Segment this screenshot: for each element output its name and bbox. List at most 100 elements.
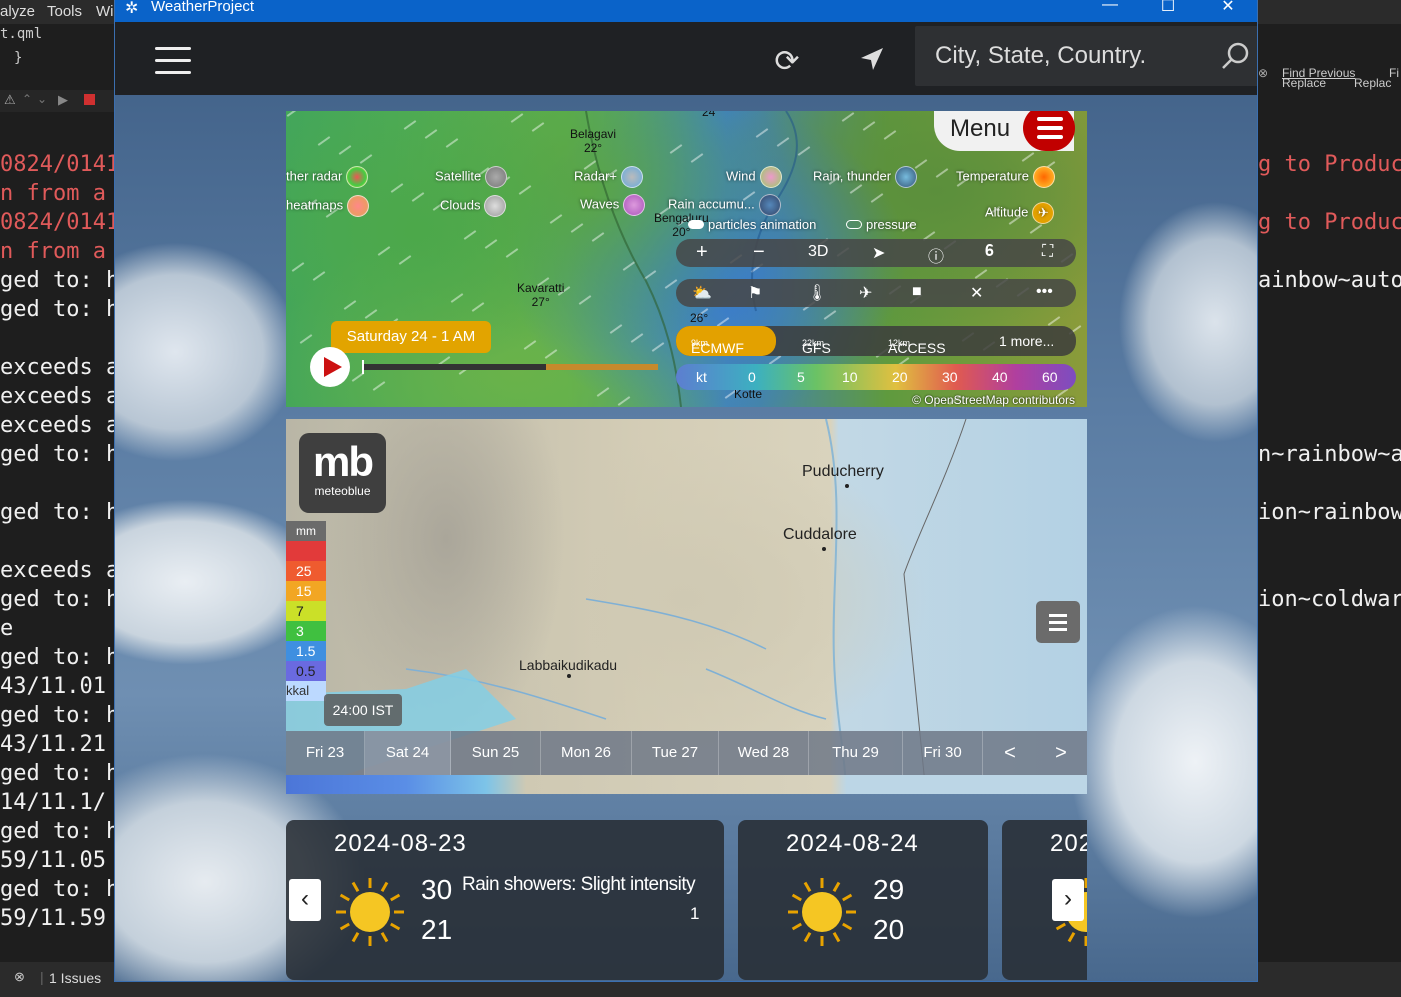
windy-menu-icon xyxy=(1023,111,1075,151)
wind-scale[interactable]: kt 0 5 10 20 30 40 60 xyxy=(676,364,1076,390)
thermometer-icon[interactable]: 🌡 xyxy=(807,283,827,303)
weather-icon[interactable]: ⛅ xyxy=(692,283,712,303)
days-prev-button[interactable]: < xyxy=(990,731,1030,775)
refresh-icon[interactable]: ⟳ xyxy=(770,44,804,78)
info-icon[interactable]: ⓘ xyxy=(928,243,944,267)
issues-tab[interactable]: 1 Issues xyxy=(49,970,101,986)
window-title: WeatherProject xyxy=(151,0,255,15)
city-dot xyxy=(567,674,571,678)
webcam-icon[interactable]: ■ xyxy=(912,283,922,301)
day-tab[interactable]: Fri 30 xyxy=(903,731,983,775)
maximize-icon[interactable]: ☐ xyxy=(1145,0,1191,20)
timeline-handle[interactable] xyxy=(362,360,364,374)
city-dot xyxy=(822,547,826,551)
meteoblue-logo[interactable]: mb meteoblue xyxy=(299,433,386,513)
forecast-date: 2024-08-23 xyxy=(334,830,467,857)
forecast-next-button[interactable]: › xyxy=(1052,879,1084,921)
day-tab[interactable]: Sun 25 xyxy=(451,731,541,775)
output-line: n from a xyxy=(0,239,106,264)
map-attribution[interactable]: © OpenStreetMap contributors xyxy=(912,393,1075,407)
output-line: ged to: h xyxy=(0,442,114,467)
toggle-pressure[interactable]: pressure xyxy=(846,217,917,232)
layer-waves[interactable]: Waves xyxy=(580,194,646,216)
zoom-in-button[interactable]: + xyxy=(696,241,708,264)
layer-rain-accumulation[interactable]: Rain accumu... xyxy=(668,194,781,216)
model-gfs[interactable]: GFS 22km xyxy=(802,333,831,356)
windy-menu-button[interactable]: Menu xyxy=(934,111,1075,151)
location-arrow-icon[interactable] xyxy=(855,44,889,78)
hurricane-icon[interactable]: 𝟔 xyxy=(985,243,994,261)
hamburger-menu-icon[interactable] xyxy=(155,47,191,75)
title-bar[interactable]: ✲ WeatherProject — ☐ ✕ xyxy=(115,0,1257,22)
day-tab[interactable]: Fri 23 xyxy=(286,731,365,775)
fullscreen-icon[interactable]: ⛶ xyxy=(1042,243,1053,261)
forecast-precip: 1 xyxy=(690,904,700,923)
timeline-slider[interactable] xyxy=(362,360,658,374)
close-icon[interactable]: ✕ xyxy=(970,283,983,303)
flag-icon[interactable]: ⚑ xyxy=(748,283,762,303)
warning-icon[interactable]: ⚠ xyxy=(4,92,16,108)
layer-heatmaps[interactable]: heatmaps xyxy=(286,195,370,217)
layer-altitude[interactable]: Altitude ✈ xyxy=(985,202,1055,224)
city-dot xyxy=(845,484,849,488)
forecast-card[interactable]: 2024-08-24 29 20 xyxy=(738,820,988,980)
city-search-input[interactable] xyxy=(915,26,1215,86)
forecast-card[interactable]: 2024-08-23 30 21 Rain showers: Slight in… xyxy=(286,820,724,980)
output-line: ged to: h xyxy=(0,500,114,525)
forecast-prev-button[interactable]: ‹ xyxy=(289,879,321,921)
model-ecmwf[interactable]: ECMWF 9km xyxy=(691,333,744,356)
day-tab[interactable]: Wed 28 xyxy=(719,731,809,775)
forecast-condition: Rain showers: Slight intensity xyxy=(462,874,696,895)
replace-button[interactable]: Replace xyxy=(1282,76,1326,90)
city-kavaratti: Kavaratti 27° xyxy=(517,281,565,309)
forecast-high: 29 xyxy=(873,874,905,905)
ide-file-tab[interactable]: t.qml xyxy=(0,26,42,42)
day-tab[interactable]: Tue 27 xyxy=(632,731,719,775)
temp-top: 24 xyxy=(702,111,716,119)
airport-icon[interactable]: ✈ xyxy=(859,283,872,303)
locate-icon[interactable]: ➤ xyxy=(872,243,885,263)
layer-clouds[interactable]: Clouds xyxy=(440,195,507,217)
play-button[interactable] xyxy=(310,347,350,387)
model-access[interactable]: ACCESS 12km xyxy=(888,333,946,356)
toggle-particles[interactable]: particles animation xyxy=(688,217,816,232)
model-more[interactable]: 1 more... xyxy=(999,333,1054,349)
layer-wind[interactable]: Wind xyxy=(726,166,782,188)
meteoblue-menu-icon[interactable] xyxy=(1036,601,1080,643)
output-line: exceeds a xyxy=(0,413,114,438)
more-icon[interactable]: ••• xyxy=(1036,283,1053,301)
issues-close-icon[interactable]: ⊗ xyxy=(14,969,25,985)
close-window-icon[interactable]: ✕ xyxy=(1205,0,1251,20)
menu-window[interactable]: Wi xyxy=(96,3,114,20)
run-icon[interactable]: ▶ xyxy=(58,92,68,108)
menu-analyze[interactable]: alyze xyxy=(0,3,35,20)
search-icon[interactable] xyxy=(1219,40,1251,72)
replace-all-button[interactable]: Replac xyxy=(1354,76,1391,90)
day-tab[interactable]: Thu 29 xyxy=(809,731,903,775)
3d-button[interactable]: 3D xyxy=(808,243,828,261)
stop-icon[interactable] xyxy=(84,94,95,105)
chevron-down-icon[interactable]: ⌄ xyxy=(37,92,47,106)
meteoblue-map[interactable]: mb meteoblue mm 25 15 7 3 1.5 0.5 kkal P… xyxy=(286,419,1087,794)
minimize-icon[interactable]: — xyxy=(1087,0,1133,20)
app-header: ⟳ xyxy=(115,22,1257,95)
layer-radar[interactable]: ther radar xyxy=(286,166,369,188)
close-icon[interactable]: ⊗ xyxy=(1258,66,1268,80)
day-tab-selected[interactable]: Sat 24 xyxy=(365,731,451,775)
menu-tools[interactable]: Tools xyxy=(47,3,82,20)
layer-satellite[interactable]: Satellite xyxy=(435,166,508,188)
layer-rain-thunder[interactable]: Rain, thunder xyxy=(813,166,918,188)
day-tab[interactable]: Mon 26 xyxy=(541,731,632,775)
layer-radar-plus[interactable]: Radar+ xyxy=(574,166,643,188)
legend-value xyxy=(286,541,326,561)
zoom-out-button[interactable]: − xyxy=(753,241,765,264)
layer-temperature[interactable]: Temperature xyxy=(956,166,1055,188)
chevron-up-icon[interactable]: ⌃ xyxy=(22,92,32,106)
city-labbaikudikadu: Labbaikudikadu xyxy=(519,657,618,673)
output-line: 59/11.59 xyxy=(0,906,106,931)
days-next-button[interactable]: > xyxy=(1041,731,1081,775)
windy-map[interactable]: Belagavi 22° 24 Bengaluru 20° Kavaratti 27°… xyxy=(286,111,1087,407)
